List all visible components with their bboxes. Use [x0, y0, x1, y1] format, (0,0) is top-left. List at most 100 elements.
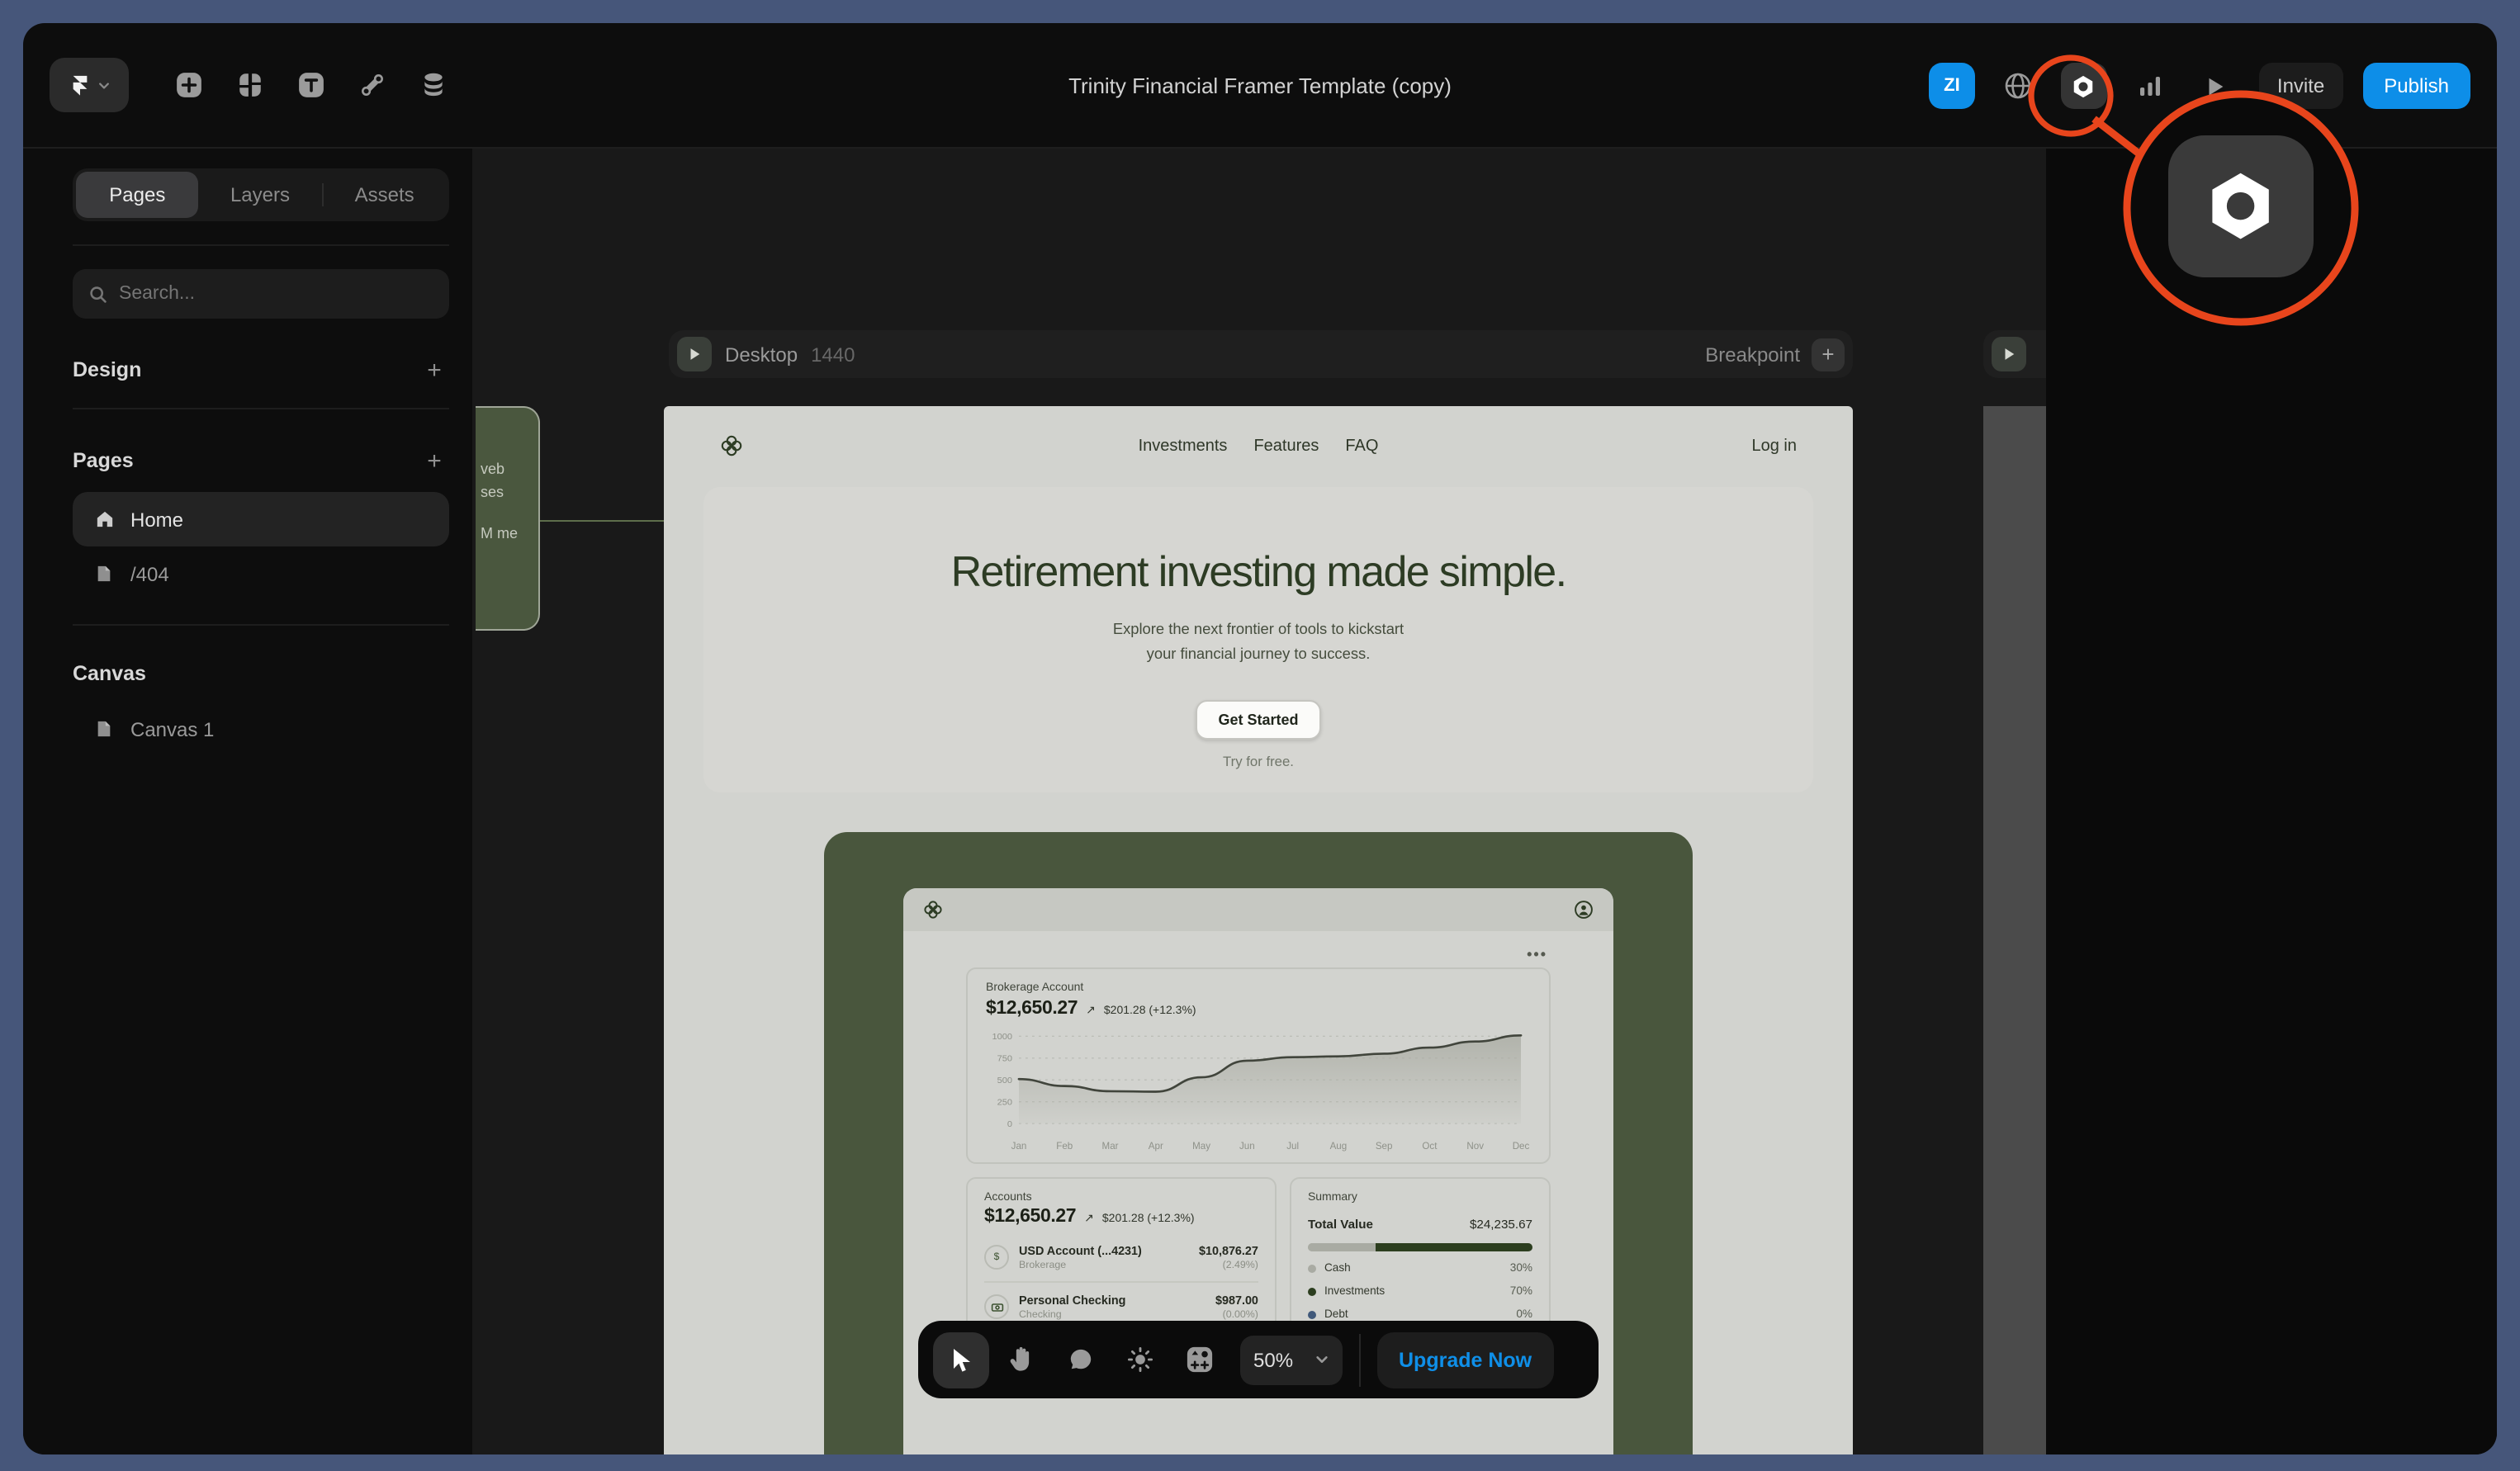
nav-link-faq[interactable]: FAQ — [1345, 437, 1378, 455]
text-tool-button[interactable] — [287, 62, 334, 108]
add-page-button[interactable]: + — [419, 446, 449, 475]
canvas-section-header: Canvas — [73, 662, 449, 685]
connector-line — [540, 520, 664, 522]
vector-tool-button[interactable] — [348, 62, 395, 108]
chevron-down-icon — [97, 78, 110, 92]
upgrade-now-button[interactable]: Upgrade Now — [1377, 1331, 1553, 1388]
svg-text:1000: 1000 — [992, 1033, 1013, 1043]
secondary-frame-partial[interactable] — [1983, 406, 2046, 1454]
breakpoint-device-label[interactable]: Desktop — [725, 343, 798, 366]
canvas-section-label: Canvas — [73, 662, 146, 685]
nav-link-features[interactable]: Features — [1253, 437, 1319, 455]
sidebar-item-home[interactable]: Home — [73, 492, 449, 546]
accounts-delta: $201.28 (+12.3%) — [1102, 1214, 1195, 1226]
account-row[interactable]: $ USD Account (...4231) Brokerage $10,87… — [984, 1234, 1258, 1284]
cms-tool-button[interactable] — [410, 62, 456, 108]
allocation-bar — [1308, 1244, 1532, 1252]
accounts-value: $12,650.27 — [984, 1208, 1076, 1227]
month-label: Jun — [1239, 1143, 1255, 1153]
account-user-icon[interactable] — [1574, 901, 1594, 920]
area-chart-svg: 02505007501000 — [986, 1028, 1531, 1140]
dashboard-menu-dots[interactable]: ••• — [903, 932, 1613, 962]
tab-assets[interactable]: Assets — [323, 172, 446, 218]
globe-button[interactable] — [1995, 63, 2041, 109]
nav-link-investments[interactable]: Investments — [1139, 437, 1228, 455]
month-label: Mar — [1102, 1143, 1119, 1153]
frame-play-button[interactable] — [1992, 337, 2026, 371]
plugins-shapes-button[interactable] — [1171, 1331, 1227, 1388]
area-chart: 02505007501000 JanFebMarAprMayJunJulAugS… — [986, 1028, 1531, 1158]
search-box — [73, 269, 449, 319]
brokerage-delta: $201.28 (+12.3%) — [1104, 1006, 1196, 1018]
sidebar-item-label: Canvas 1 — [130, 717, 214, 740]
month-label: Dec — [1513, 1143, 1530, 1153]
breakpoint-width-value[interactable]: 1440 — [811, 343, 855, 366]
desktop-frame[interactable]: Investments Features FAQ Log in Retireme… — [664, 406, 1853, 1454]
insert-plus-button[interactable] — [165, 62, 211, 108]
framer-menu-button[interactable] — [50, 58, 129, 112]
sidebar-item-label: /404 — [130, 562, 169, 585]
month-label: Jul — [1286, 1143, 1299, 1153]
canvas-toolbar: 50% Upgrade Now — [918, 1321, 1599, 1398]
left-sidebar: Pages Layers Assets Design + Pages + — [23, 149, 472, 1454]
legend-row-debt: Debt 0% — [1308, 1310, 1532, 1322]
month-label: Aug — [1330, 1143, 1348, 1153]
home-icon — [94, 510, 114, 528]
design-section-label: Design — [73, 358, 141, 381]
month-label: Apr — [1149, 1143, 1163, 1153]
site-nav: Investments Features FAQ — [1139, 437, 1379, 455]
breakpoint-label: Breakpoint — [1705, 343, 1800, 366]
add-design-button[interactable]: + — [419, 355, 449, 385]
chart-x-axis-labels: JanFebMarAprMayJunJulAugSepOctNovDec — [986, 1143, 1531, 1158]
note-fragment: M me — [481, 522, 538, 545]
preview-play-button[interactable] — [2193, 63, 2239, 109]
legend-row-cash: Cash 30% — [1308, 1264, 1532, 1275]
offscreen-note-card: veb ses M me — [476, 406, 540, 631]
publish-button[interactable]: Publish — [2362, 63, 2470, 109]
currency-icon: $ — [984, 1246, 1009, 1270]
month-label: Feb — [1056, 1143, 1073, 1153]
frame-play-button[interactable] — [677, 337, 712, 371]
layout-tool-button[interactable] — [226, 62, 272, 108]
insert-tools — [165, 62, 456, 108]
note-fragment: ses — [481, 480, 538, 504]
add-breakpoint-button[interactable]: + — [1812, 338, 1845, 371]
sidebar-item-canvas1[interactable]: Canvas 1 — [73, 702, 449, 756]
invite-button[interactable]: Invite — [2259, 63, 2342, 109]
site-logo-icon — [923, 901, 943, 920]
analytics-button[interactable] — [2127, 63, 2173, 109]
design-canvas[interactable]: veb ses M me Desktop 1440 Breakpoint + — [472, 149, 2497, 1454]
framer-logo-icon — [69, 74, 90, 96]
theme-sun-button[interactable] — [1111, 1331, 1168, 1388]
top-bar: Trinity Financial Framer Template (copy)… — [23, 23, 2497, 149]
breakpoint-bar-desktop: Desktop 1440 Breakpoint + — [669, 330, 1853, 378]
pan-hand-button[interactable] — [992, 1331, 1049, 1388]
hero-heading: Retirement investing made simple. — [703, 546, 1813, 598]
zoom-select[interactable]: 50% — [1240, 1335, 1343, 1384]
search-input[interactable] — [119, 284, 433, 304]
tab-pages[interactable]: Pages — [76, 172, 199, 218]
chart-card-title: Brokerage Account — [986, 983, 1531, 995]
settings-button[interactable] — [2061, 63, 2107, 109]
login-link[interactable]: Log in — [1752, 437, 1798, 455]
select-tool-button[interactable] — [933, 1331, 989, 1388]
investments-dot — [1308, 1289, 1316, 1297]
comment-tool-button[interactable] — [1052, 1331, 1108, 1388]
site-logo-icon — [720, 434, 743, 457]
legend-row-investments: Investments 70% — [1308, 1287, 1532, 1298]
chevron-down-icon — [1314, 1352, 1329, 1367]
cash-icon — [984, 1295, 1009, 1320]
svg-text:250: 250 — [997, 1099, 1012, 1109]
pages-section-header: Pages + — [73, 446, 449, 475]
tab-layers[interactable]: Layers — [199, 172, 322, 218]
breakpoint-controls: Breakpoint + — [1705, 338, 1845, 371]
month-label: Jan — [1011, 1143, 1027, 1153]
month-label: May — [1192, 1143, 1210, 1153]
trend-up-icon: ↗ — [1086, 1005, 1096, 1018]
get-started-button[interactable]: Get Started — [1195, 701, 1321, 740]
sidebar-item-404[interactable]: /404 — [73, 546, 449, 601]
user-avatar[interactable]: ZI — [1929, 63, 1975, 109]
try-free-label: Try for free. — [703, 754, 1813, 770]
summary-title: Summary — [1308, 1193, 1532, 1204]
total-value: $24,235.67 — [1470, 1218, 1532, 1232]
